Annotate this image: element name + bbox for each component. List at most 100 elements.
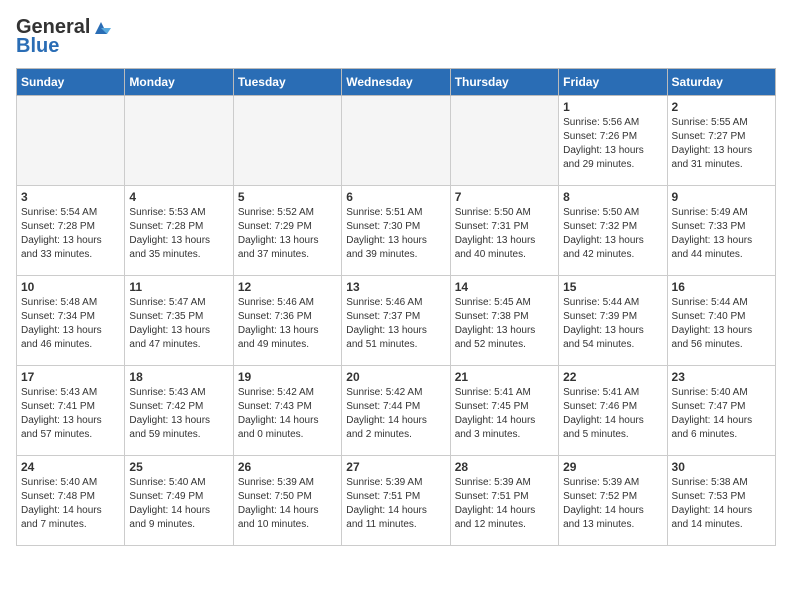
day-number: 24 <box>21 460 120 474</box>
day-info: Sunrise: 5:52 AM Sunset: 7:29 PM Dayligh… <box>238 206 337 262</box>
day-number: 13 <box>346 280 445 294</box>
weekday-header-row: SundayMondayTuesdayWednesdayThursdayFrid… <box>17 69 776 96</box>
day-info: Sunrise: 5:41 AM Sunset: 7:45 PM Dayligh… <box>455 386 554 442</box>
week-row-2: 10 Sunrise: 5:48 AM Sunset: 7:34 PM Dayli… <box>17 276 776 366</box>
calendar-cell: 26 Sunrise: 5:39 AM Sunset: 7:50 PM Dayli… <box>233 456 341 546</box>
day-info: Sunrise: 5:43 AM Sunset: 7:41 PM Dayligh… <box>21 386 120 442</box>
day-number: 29 <box>563 460 662 474</box>
calendar-cell: 29 Sunrise: 5:39 AM Sunset: 7:52 PM Dayli… <box>559 456 667 546</box>
day-info: Sunrise: 5:40 AM Sunset: 7:48 PM Dayligh… <box>21 476 120 532</box>
calendar-cell: 28 Sunrise: 5:39 AM Sunset: 7:51 PM Dayli… <box>450 456 558 546</box>
day-info: Sunrise: 5:50 AM Sunset: 7:32 PM Dayligh… <box>563 206 662 262</box>
calendar-cell: 9 Sunrise: 5:49 AM Sunset: 7:33 PM Daylig… <box>667 186 775 276</box>
day-info: Sunrise: 5:46 AM Sunset: 7:37 PM Dayligh… <box>346 296 445 352</box>
day-number: 3 <box>21 190 120 204</box>
day-number: 28 <box>455 460 554 474</box>
day-number: 8 <box>563 190 662 204</box>
day-number: 17 <box>21 370 120 384</box>
day-number: 20 <box>346 370 445 384</box>
day-info: Sunrise: 5:45 AM Sunset: 7:38 PM Dayligh… <box>455 296 554 352</box>
calendar-cell: 14 Sunrise: 5:45 AM Sunset: 7:38 PM Dayli… <box>450 276 558 366</box>
day-number: 11 <box>129 280 228 294</box>
day-info: Sunrise: 5:39 AM Sunset: 7:51 PM Dayligh… <box>455 476 554 532</box>
week-row-0: 1 Sunrise: 5:56 AM Sunset: 7:26 PM Daylig… <box>17 96 776 186</box>
day-info: Sunrise: 5:49 AM Sunset: 7:33 PM Dayligh… <box>672 206 771 262</box>
calendar-cell: 4Sunrise: 5:53 AM Sunset: 7:28 PM Daylig… <box>125 186 233 276</box>
day-number: 25 <box>129 460 228 474</box>
calendar-cell: 1 Sunrise: 5:56 AM Sunset: 7:26 PM Daylig… <box>559 96 667 186</box>
calendar-cell: 27 Sunrise: 5:39 AM Sunset: 7:51 PM Dayli… <box>342 456 450 546</box>
day-number: 16 <box>672 280 771 294</box>
day-info: Sunrise: 5:44 AM Sunset: 7:40 PM Dayligh… <box>672 296 771 352</box>
week-row-3: 17 Sunrise: 5:43 AM Sunset: 7:41 PM Dayli… <box>17 366 776 456</box>
day-number: 10 <box>21 280 120 294</box>
day-info: Sunrise: 5:38 AM Sunset: 7:53 PM Dayligh… <box>672 476 771 532</box>
day-info: Sunrise: 5:54 AM Sunset: 7:28 PM Dayligh… <box>21 206 120 262</box>
day-number: 1 <box>563 100 662 114</box>
day-number: 2 <box>672 100 771 114</box>
day-number: 18 <box>129 370 228 384</box>
calendar-cell: 11 Sunrise: 5:47 AM Sunset: 7:35 PM Dayli… <box>125 276 233 366</box>
calendar-cell <box>233 96 341 186</box>
day-info: Sunrise: 5:39 AM Sunset: 7:50 PM Dayligh… <box>238 476 337 532</box>
calendar-cell: 10 Sunrise: 5:48 AM Sunset: 7:34 PM Dayli… <box>17 276 125 366</box>
day-number: 27 <box>346 460 445 474</box>
day-number: 9 <box>672 190 771 204</box>
day-number: 26 <box>238 460 337 474</box>
day-info: Sunrise: 5:44 AM Sunset: 7:39 PM Dayligh… <box>563 296 662 352</box>
day-info: Sunrise: 5:39 AM Sunset: 7:52 PM Dayligh… <box>563 476 662 532</box>
day-number: 5 <box>238 190 337 204</box>
page-header: General Blue <box>16 16 776 58</box>
day-info: Sunrise: 5:42 AM Sunset: 7:43 PM Dayligh… <box>238 386 337 442</box>
calendar-cell: 3 Sunrise: 5:54 AM Sunset: 7:28 PM Daylig… <box>17 186 125 276</box>
day-info: Sunrise: 5:47 AM Sunset: 7:35 PM Dayligh… <box>129 296 228 352</box>
calendar-cell <box>342 96 450 186</box>
day-info: Sunrise: 5:42 AM Sunset: 7:44 PM Dayligh… <box>346 386 445 442</box>
weekday-header-monday: Monday <box>125 69 233 96</box>
day-info: Sunrise: 5:50 AM Sunset: 7:31 PM Dayligh… <box>455 206 554 262</box>
calendar-cell: 5 Sunrise: 5:52 AM Sunset: 7:29 PM Daylig… <box>233 186 341 276</box>
logo-icon <box>91 18 111 38</box>
calendar-cell <box>450 96 558 186</box>
logo-blue-text: Blue <box>16 35 59 58</box>
calendar-cell: 24 Sunrise: 5:40 AM Sunset: 7:48 PM Dayli… <box>17 456 125 546</box>
logo: General Blue <box>16 16 111 58</box>
weekday-header-saturday: Saturday <box>667 69 775 96</box>
calendar-cell: 2 Sunrise: 5:55 AM Sunset: 7:27 PM Daylig… <box>667 96 775 186</box>
day-number: 22 <box>563 370 662 384</box>
week-row-4: 24 Sunrise: 5:40 AM Sunset: 7:48 PM Dayli… <box>17 456 776 546</box>
calendar-cell: 25Sunrise: 5:40 AM Sunset: 7:49 PM Dayli… <box>125 456 233 546</box>
weekday-header-sunday: Sunday <box>17 69 125 96</box>
calendar-cell: 7 Sunrise: 5:50 AM Sunset: 7:31 PM Daylig… <box>450 186 558 276</box>
day-number: 21 <box>455 370 554 384</box>
day-info: Sunrise: 5:43 AM Sunset: 7:42 PM Dayligh… <box>129 386 228 442</box>
calendar-cell: 6Sunrise: 5:51 AM Sunset: 7:30 PM Daylig… <box>342 186 450 276</box>
calendar-cell: 21 Sunrise: 5:41 AM Sunset: 7:45 PM Dayli… <box>450 366 558 456</box>
day-number: 15 <box>563 280 662 294</box>
day-info: Sunrise: 5:48 AM Sunset: 7:34 PM Dayligh… <box>21 296 120 352</box>
calendar-cell: 12Sunrise: 5:46 AM Sunset: 7:36 PM Dayli… <box>233 276 341 366</box>
calendar-cell: 13 Sunrise: 5:46 AM Sunset: 7:37 PM Dayli… <box>342 276 450 366</box>
calendar-cell: 8 Sunrise: 5:50 AM Sunset: 7:32 PM Daylig… <box>559 186 667 276</box>
weekday-header-friday: Friday <box>559 69 667 96</box>
day-number: 14 <box>455 280 554 294</box>
calendar-cell <box>17 96 125 186</box>
calendar-cell: 18 Sunrise: 5:43 AM Sunset: 7:42 PM Dayli… <box>125 366 233 456</box>
day-info: Sunrise: 5:55 AM Sunset: 7:27 PM Dayligh… <box>672 116 771 172</box>
calendar-cell: 22 Sunrise: 5:41 AM Sunset: 7:46 PM Dayli… <box>559 366 667 456</box>
calendar-table: SundayMondayTuesdayWednesdayThursdayFrid… <box>16 68 776 546</box>
day-number: 19 <box>238 370 337 384</box>
weekday-header-tuesday: Tuesday <box>233 69 341 96</box>
day-info: Sunrise: 5:56 AM Sunset: 7:26 PM Dayligh… <box>563 116 662 172</box>
weekday-header-thursday: Thursday <box>450 69 558 96</box>
day-info: Sunrise: 5:53 AM Sunset: 7:28 PM Dayligh… <box>129 206 228 262</box>
day-info: Sunrise: 5:51 AM Sunset: 7:30 PM Dayligh… <box>346 206 445 262</box>
day-number: 12 <box>238 280 337 294</box>
day-info: Sunrise: 5:39 AM Sunset: 7:51 PM Dayligh… <box>346 476 445 532</box>
day-number: 7 <box>455 190 554 204</box>
calendar-cell <box>125 96 233 186</box>
calendar-cell: 17 Sunrise: 5:43 AM Sunset: 7:41 PM Dayli… <box>17 366 125 456</box>
day-info: Sunrise: 5:41 AM Sunset: 7:46 PM Dayligh… <box>563 386 662 442</box>
calendar-cell: 19 Sunrise: 5:42 AM Sunset: 7:43 PM Dayli… <box>233 366 341 456</box>
weekday-header-wednesday: Wednesday <box>342 69 450 96</box>
